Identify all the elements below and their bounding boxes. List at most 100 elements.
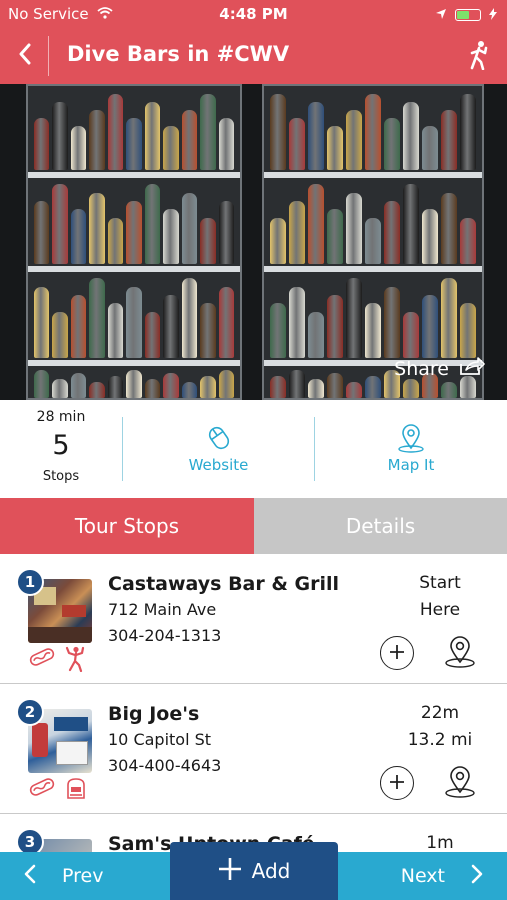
bottle <box>144 184 161 264</box>
bottle <box>163 372 179 398</box>
bottle <box>107 94 124 170</box>
stop-categories <box>28 646 86 676</box>
bottle <box>52 102 68 170</box>
website-button[interactable]: Website <box>123 400 314 498</box>
bottle <box>460 94 476 170</box>
bottle <box>289 369 305 398</box>
stop-map-button[interactable] <box>442 634 478 674</box>
stop-meta-time: 22m <box>420 703 460 723</box>
bottle <box>422 126 438 170</box>
walking-person-icon[interactable] <box>467 40 489 74</box>
status-bar: No Service 4:48 PM <box>0 0 507 28</box>
bottle-row <box>34 90 234 170</box>
bottle <box>107 303 124 358</box>
add-button[interactable]: Add <box>170 842 338 900</box>
map-pin-icon <box>442 636 478 674</box>
stop-number-badge: 2 <box>16 698 44 726</box>
bottle <box>308 378 324 398</box>
chevron-left-icon <box>24 864 36 889</box>
stop-phone[interactable]: 304-204-1313 <box>108 626 221 645</box>
map-pin-icon <box>442 766 478 804</box>
map-it-button[interactable]: Map It <box>315 400 507 498</box>
bottle <box>89 278 105 358</box>
bottle <box>403 311 419 358</box>
stop-map-button[interactable] <box>442 764 478 804</box>
bottle <box>218 369 234 398</box>
tab-details[interactable]: Details <box>254 498 507 554</box>
stop-address: 10 Capitol St <box>108 730 212 749</box>
bottle <box>308 184 324 264</box>
bottle <box>365 94 381 170</box>
hero-image: Share <box>0 84 507 400</box>
add-stop-button[interactable] <box>380 766 414 800</box>
stop-meta-time: Start <box>419 573 461 593</box>
bottle <box>200 94 216 170</box>
bottle <box>365 303 381 358</box>
share-label: Share <box>394 357 449 380</box>
bottle <box>144 311 161 358</box>
tour-duration: 28 min <box>36 409 86 425</box>
bottle <box>308 311 324 358</box>
bottle <box>270 217 286 264</box>
bottle <box>422 295 438 358</box>
bottle <box>34 118 50 170</box>
share-icon <box>459 356 485 381</box>
bottle <box>163 126 179 170</box>
bottle <box>384 118 400 170</box>
bottle-row <box>34 274 234 358</box>
bottle <box>200 217 216 264</box>
cooler-shelf <box>264 172 482 178</box>
bottle-row <box>270 180 476 264</box>
list-item[interactable]: 1 Castaways Bar & Grill 712 Main Ave 304… <box>0 554 507 684</box>
bottle <box>327 295 343 358</box>
bottle <box>365 217 381 264</box>
page-title: Dive Bars in #CWV <box>67 42 290 66</box>
bottle <box>327 372 343 398</box>
list-item[interactable]: 2 Big Joe's 10 Capitol St 304-400-4643 2… <box>0 684 507 814</box>
bottle <box>346 110 362 170</box>
stop-meta-distance: Here <box>419 600 461 620</box>
bottle <box>346 381 362 398</box>
bottle <box>403 184 419 264</box>
bottle <box>308 102 324 170</box>
status-right <box>435 6 497 24</box>
prev-button[interactable]: Prev <box>24 860 103 892</box>
cooler-shelf <box>28 266 240 272</box>
plus-icon <box>388 639 406 667</box>
stop-name: Castaways Bar & Grill <box>108 573 340 595</box>
map-pin-icon <box>396 422 426 458</box>
bottle <box>107 217 124 264</box>
bottle <box>181 110 198 170</box>
bottle <box>34 286 50 358</box>
bottle <box>181 192 198 264</box>
stop-number-badge: 3 <box>16 828 44 852</box>
chevron-right-icon <box>471 864 483 889</box>
map-it-label: Map It <box>387 456 435 474</box>
header-bar: No Service 4:48 PM Dive Bars in #CWV <box>0 0 507 84</box>
bottle <box>346 278 362 358</box>
clock: 4:48 PM <box>219 5 288 23</box>
bottle <box>441 278 457 358</box>
tour-stats: 28 min 5 Stops Website Map It <box>0 400 507 498</box>
share-button[interactable]: Share <box>394 356 485 381</box>
bottle-row <box>270 274 476 358</box>
add-stop-button[interactable] <box>380 636 414 670</box>
stops-summary: 28 min 5 Stops <box>0 400 122 498</box>
next-button[interactable]: Next <box>401 860 483 892</box>
bottle <box>52 311 68 358</box>
stop-phone[interactable]: 304-400-4643 <box>108 756 221 775</box>
bottle <box>403 102 419 170</box>
bottle <box>107 375 124 398</box>
plus-icon <box>388 769 406 797</box>
next-label: Next <box>400 865 445 887</box>
bottle <box>289 286 305 358</box>
bottle <box>327 209 343 264</box>
stop-address: 712 Main Ave <box>108 600 217 619</box>
tour-stop-list: 1 Castaways Bar & Grill 712 Main Ave 304… <box>0 554 507 852</box>
stop-categories <box>28 776 88 804</box>
stop-number-badge: 1 <box>16 568 44 596</box>
back-button[interactable] <box>10 38 40 74</box>
bottle <box>218 286 234 358</box>
tab-tour-stops[interactable]: Tour Stops <box>0 498 254 554</box>
bottle <box>200 303 216 358</box>
